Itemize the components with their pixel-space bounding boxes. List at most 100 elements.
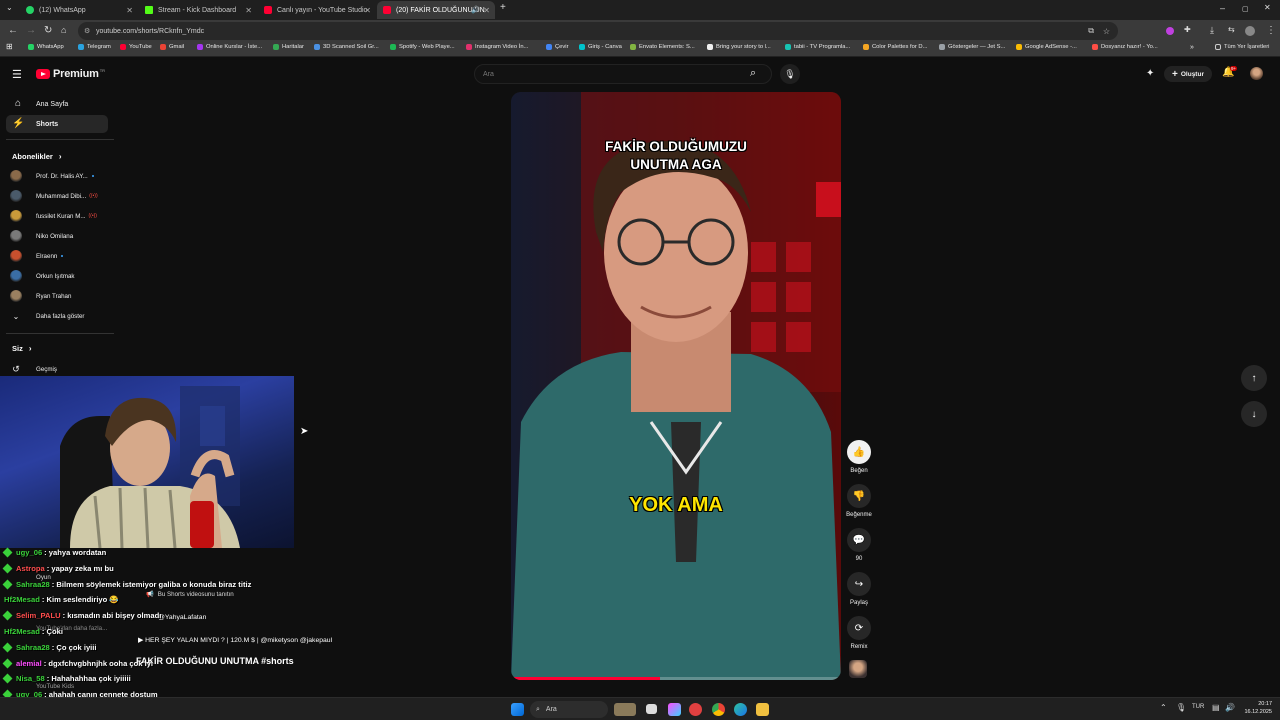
address-bar[interactable]: ⚙ youtube.com/shorts/RCknfn_Ymdc ⧉ ☆: [78, 22, 1118, 40]
show-more-button[interactable]: ⌄ Daha fazla göster: [10, 307, 110, 325]
sidebar-subscription-item[interactable]: Elraenn: [10, 247, 110, 265]
tab-search-icon[interactable]: ⌄: [6, 3, 13, 12]
reload-icon[interactable]: ↻: [44, 25, 52, 36]
restore-icon[interactable]: ▢: [1242, 5, 1249, 13]
app-icon[interactable]: [689, 703, 702, 716]
bookmark-item[interactable]: Telegram: [78, 44, 111, 50]
bookmark-item[interactable]: WhatsApp: [28, 44, 64, 50]
sidebar-subscription-item[interactable]: Ryan Trahan: [10, 287, 110, 305]
network-icon[interactable]: ▤: [1212, 703, 1220, 712]
taskbar-search[interactable]: ⌕ Ara: [530, 701, 608, 718]
clock[interactable]: 20:17 16.12.2025: [1238, 700, 1272, 716]
bookmark-item[interactable]: Online Kurslar - İste...: [197, 44, 262, 50]
extensions-puzzle-icon[interactable]: ✚: [1184, 25, 1191, 34]
previous-short-button[interactable]: ↑: [1241, 365, 1267, 391]
minimize-icon[interactable]: –: [1220, 3, 1225, 13]
sound-thumbnail[interactable]: [849, 660, 867, 678]
dislike-button[interactable]: 👎 Beğenme: [843, 484, 875, 518]
tab-whatsapp[interactable]: (12) WhatsApp ✕: [20, 1, 138, 19]
cast-icon[interactable]: ✦: [1146, 68, 1154, 79]
share-button[interactable]: ↪ Paylaş: [843, 572, 875, 606]
profile-avatar[interactable]: [1245, 26, 1255, 36]
extension-icon[interactable]: [1166, 27, 1174, 35]
bookmark-item[interactable]: 3D Scanned Soil Gr...: [314, 44, 379, 50]
bookmark-item[interactable]: Bring your story to l...: [707, 44, 771, 50]
hamburger-menu-icon[interactable]: ☰: [12, 68, 22, 81]
window-close-icon[interactable]: ✕: [1264, 3, 1271, 12]
live-indicator-icon: ((•)): [88, 213, 97, 219]
download-icon[interactable]: ⤓: [1210, 25, 1214, 36]
mic-tray-icon[interactable]: 🎙: [1176, 703, 1186, 712]
account-avatar[interactable]: [1250, 67, 1263, 80]
tab-kick[interactable]: Stream - Kick Dashboard ✕: [139, 1, 257, 19]
close-icon[interactable]: ✕: [483, 6, 490, 15]
bookmark-item[interactable]: Gmail: [160, 44, 184, 50]
sidebar-subscription-item[interactable]: Muhammad Dibi... ((•)): [10, 187, 110, 205]
bookmark-item[interactable]: Giriş - Canva: [579, 44, 622, 50]
tab-shorts-active[interactable]: (20) FAKİR OLDUĞUNU UN 🔊 ✕: [377, 1, 495, 19]
bookmark-item[interactable]: YouTube: [120, 44, 152, 50]
bookmark-star-icon[interactable]: ☆: [1103, 27, 1110, 36]
bookmark-item[interactable]: Haritalar: [273, 44, 304, 50]
close-icon[interactable]: ✕: [245, 6, 252, 15]
sidebar-subscription-item[interactable]: fussilet Kuran M... ((•)): [10, 207, 110, 225]
new-tab-button[interactable]: +: [500, 2, 506, 13]
bookmark-item[interactable]: Google AdSense -...: [1016, 44, 1077, 50]
copilot-icon[interactable]: [668, 703, 681, 716]
file-explorer-icon[interactable]: [756, 703, 769, 716]
windows-start-icon[interactable]: [511, 703, 524, 716]
profile-switch-icon[interactable]: ⇆: [1228, 25, 1235, 34]
task-view-icon[interactable]: [646, 704, 657, 714]
search-icon[interactable]: ⌕: [750, 67, 756, 80]
close-icon[interactable]: ✕: [364, 6, 371, 15]
remix-button[interactable]: ⟳ Remix: [843, 616, 875, 650]
tray-chevron-icon[interactable]: ⌃: [1160, 703, 1167, 712]
chat-text: : Hahahahhaa çok iyiiiii: [46, 674, 131, 684]
bookmark-item[interactable]: Dosyanız hazır! - Yo...: [1092, 44, 1158, 50]
you-header[interactable]: Siz ›: [12, 344, 32, 353]
like-button[interactable]: 👍 Beğen: [843, 440, 875, 474]
apps-grid-icon[interactable]: ⊞: [6, 42, 13, 51]
install-icon[interactable]: ⧉: [1088, 26, 1094, 36]
browser-menu-icon[interactable]: ⋮: [1266, 25, 1276, 36]
bookmark-item[interactable]: Color Palettes for D...: [863, 44, 927, 50]
shorts-promo-link[interactable]: 📢 Bu Shorts videosunu tanıtın: [146, 590, 234, 599]
close-icon[interactable]: ✕: [126, 6, 133, 15]
create-button[interactable]: + Oluştur: [1164, 66, 1212, 82]
sidebar-subscription-item[interactable]: Niko Omilana: [10, 227, 110, 245]
home-icon[interactable]: ⌂: [61, 25, 66, 35]
next-short-button[interactable]: ↓: [1241, 401, 1267, 427]
progress-bar[interactable]: [511, 677, 841, 680]
site-info-icon[interactable]: ⚙: [84, 27, 90, 35]
bookmark-item[interactable]: Çevir: [546, 44, 569, 50]
sidebar-subscription-item[interactable]: Prof. Dr. Halis AY...: [10, 167, 110, 185]
edge-icon[interactable]: [734, 703, 747, 716]
channel-avatar: [10, 250, 22, 262]
volume-icon[interactable]: 🔊: [1225, 703, 1235, 712]
sidebar-subscription-item[interactable]: Orkun Işıtmak: [10, 267, 110, 285]
speaker-icon[interactable]: 🔊: [471, 6, 480, 14]
bookmark-item[interactable]: Göstergeler — Jet S...: [939, 44, 1005, 50]
bookmark-item[interactable]: Envato Elements: S...: [630, 44, 695, 50]
language-indicator[interactable]: TUR: [1192, 704, 1204, 710]
all-bookmarks[interactable]: Tüm Yer İşaretleri: [1215, 44, 1269, 50]
sidebar-item-shorts[interactable]: ⚡ Shorts: [6, 115, 108, 133]
shorts-video-player[interactable]: FAKİR OLDUĞUMUZU UNUTMA AGA YOK AMA: [511, 92, 841, 680]
subscriptions-header[interactable]: Abonelikler ›: [12, 152, 62, 161]
search-input[interactable]: Ara: [474, 64, 772, 84]
forward-icon[interactable]: →: [26, 25, 36, 36]
back-icon[interactable]: ←: [8, 25, 18, 36]
bookmark-item[interactable]: tabii - TV Programla...: [785, 44, 850, 50]
tab-youtube-studio[interactable]: Canlı yayın - YouTube Studio ✕: [258, 1, 376, 19]
youtube-premium-logo[interactable]: Premium TR: [36, 68, 105, 80]
comments-button[interactable]: 💬 90: [843, 528, 875, 562]
more-bookmarks-icon[interactable]: »: [1190, 44, 1194, 51]
chrome-icon[interactable]: [712, 703, 725, 716]
sidebar-item-home[interactable]: ⌂ Ana Sayfa: [6, 95, 108, 113]
bookmark-item[interactable]: Spotify - Web Playe...: [390, 44, 455, 50]
music-line[interactable]: ▶ HER ŞEY YALAN MIYDI ? | 120.M $ | @mik…: [138, 636, 332, 644]
microphone-icon[interactable]: 🎙: [780, 64, 800, 84]
bookmark-item[interactable]: Instagram Video İn...: [466, 44, 528, 50]
widgets-icon[interactable]: [614, 703, 636, 716]
channel-handle[interactable]: @YahyaLafatan: [158, 614, 206, 621]
